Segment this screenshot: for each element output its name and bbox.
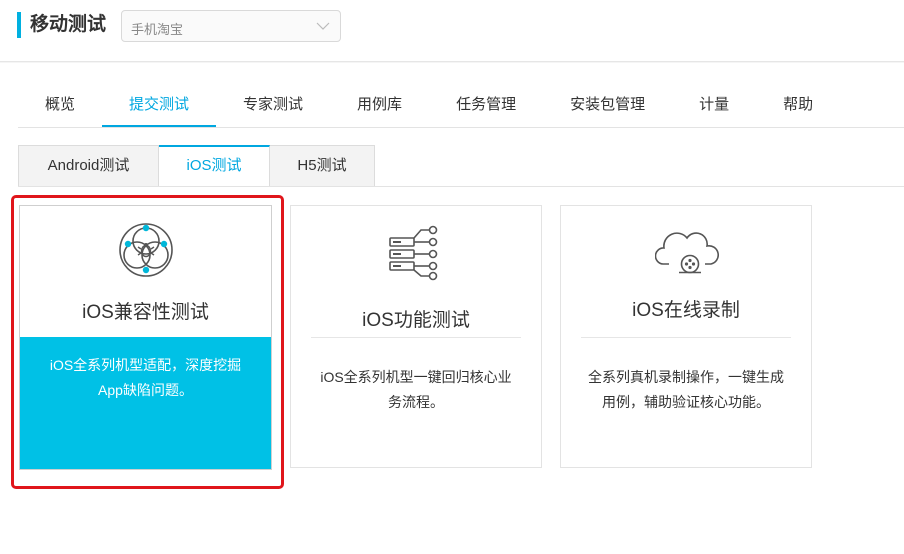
nav-tab-case-library[interactable]: 用例库	[330, 85, 429, 128]
card-description: iOS全系列机型一键回归核心业 务流程。	[320, 369, 512, 410]
card-title: iOS在线录制	[632, 300, 740, 321]
nav-tab-task-management[interactable]: 任务管理	[429, 85, 543, 128]
page-title: 移动测试	[30, 14, 107, 35]
subtab-android[interactable]: Android测试	[18, 145, 159, 187]
title-accent-bar	[17, 12, 21, 38]
app-select-value: 手机淘宝	[131, 22, 184, 37]
cloud-record-icon	[655, 232, 719, 274]
nav-tab-package-management[interactable]: 安装包管理	[543, 85, 672, 128]
card-description: 全系列真机录制操作，一键生成 用例，辅助验证核心功能。	[588, 369, 784, 410]
nav-tab-overview[interactable]: 概览	[18, 85, 102, 128]
chevron-down-icon	[316, 22, 330, 30]
subtab-h5[interactable]: H5测试	[270, 145, 375, 187]
nav-tab-submit-test[interactable]: 提交测试	[102, 85, 217, 128]
top-bar: 移动测试 手机淘宝	[0, 0, 904, 62]
main-nav: 概览 提交测试 专家测试 用例库 任务管理 安装包管理 计量 帮助	[18, 85, 840, 128]
subtabs-divider	[18, 186, 904, 187]
nav-tab-help[interactable]: 帮助	[756, 85, 840, 128]
highlight-frame	[11, 195, 284, 489]
card-ios-online-record[interactable]: iOS在线录制 全系列真机录制操作，一键生成 用例，辅助验证核心功能。	[560, 205, 812, 468]
card-divider	[311, 337, 521, 338]
platform-subtabs: Android测试 iOS测试 H5测试	[18, 145, 375, 187]
card-title: iOS功能测试	[362, 310, 470, 331]
subtab-ios[interactable]: iOS测试	[159, 145, 270, 187]
card-ios-functional-test[interactable]: iOS功能测试 iOS全系列机型一键回归核心业 务流程。	[290, 205, 542, 468]
card-divider	[581, 337, 791, 338]
nav-tab-metering[interactable]: 计量	[672, 85, 756, 128]
nav-tab-expert-test[interactable]: 专家测试	[216, 85, 330, 128]
nav-divider	[18, 127, 904, 128]
server-stack-icon	[389, 225, 438, 281]
app-select-dropdown[interactable]: 手机淘宝	[121, 10, 341, 42]
